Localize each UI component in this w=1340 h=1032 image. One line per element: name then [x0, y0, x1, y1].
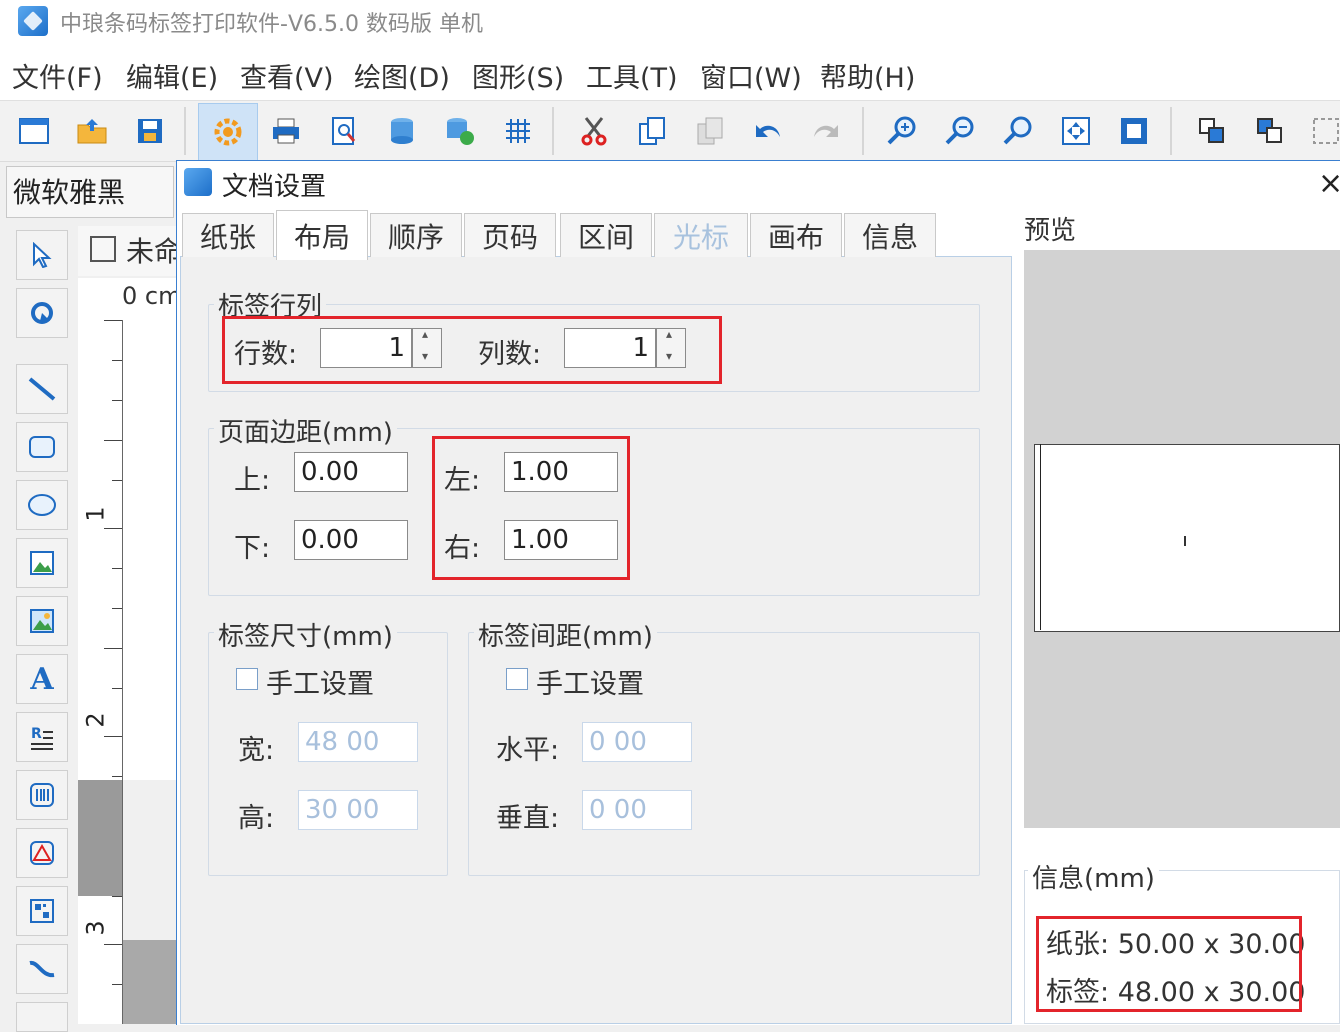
open-icon[interactable]	[70, 109, 114, 153]
ruler-mark: 1	[81, 506, 110, 522]
grid-icon[interactable]	[496, 109, 540, 153]
copy-icon[interactable]	[630, 109, 674, 153]
image-tool-icon[interactable]	[16, 538, 68, 588]
window-title: 中琅条码标签打印软件-V6.5.0 数码版 单机	[60, 12, 483, 37]
toolbar	[0, 100, 1340, 162]
picture-tool-icon[interactable]	[16, 596, 68, 646]
highlight-box	[222, 316, 722, 384]
zoom-in-icon[interactable]	[880, 109, 924, 153]
zoom-out-icon[interactable]	[938, 109, 982, 153]
dialog-app-icon	[184, 168, 212, 196]
tab-paper[interactable]: 纸张	[182, 213, 274, 257]
cut-icon[interactable]	[572, 109, 616, 153]
margin-top-input[interactable]: 0.00	[294, 452, 408, 492]
app-logo-icon	[18, 6, 48, 36]
redo-icon[interactable]	[804, 109, 848, 153]
document-tab-label: 未命	[126, 235, 183, 268]
ellipse-tool-icon[interactable]	[16, 480, 68, 530]
print-icon[interactable]	[264, 109, 308, 153]
label-height-label: 高:	[238, 803, 275, 834]
menu-help[interactable]: 帮助(H)	[820, 56, 915, 95]
paste-icon[interactable]	[688, 109, 732, 153]
menu-view[interactable]: 查看(V)	[240, 56, 334, 95]
dialog-title: 文档设置	[222, 172, 327, 202]
tab-canvas[interactable]: 画布	[750, 213, 842, 257]
qrcode-tool-icon[interactable]	[16, 886, 68, 936]
menu-tools[interactable]: 工具(T)	[586, 56, 678, 95]
preview-label-margin	[1040, 444, 1340, 630]
label-height-input: 30 00	[298, 790, 418, 830]
menu-file[interactable]: 文件(F)	[12, 56, 103, 95]
fit-window-icon[interactable]	[1054, 109, 1098, 153]
label-width-input: 48 00	[298, 722, 418, 762]
margin-bottom-label: 下:	[234, 533, 271, 564]
label-size-manual-checkbox[interactable]	[236, 668, 258, 690]
canvas-outside-area	[123, 940, 178, 1024]
send-back-icon[interactable]	[1248, 109, 1292, 153]
close-icon[interactable]: ×	[1318, 166, 1340, 201]
database-link-icon[interactable]	[438, 109, 482, 153]
design-canvas[interactable]	[123, 320, 178, 780]
zoom-actual-icon[interactable]	[996, 109, 1040, 153]
vertical-ruler	[78, 320, 123, 1024]
document-icon	[90, 236, 116, 262]
settings-icon[interactable]	[198, 103, 258, 161]
select-pointer-icon[interactable]	[16, 230, 68, 280]
print-preview-icon[interactable]	[322, 109, 366, 153]
gap-horizontal-label: 水平:	[496, 735, 560, 766]
gap-vertical-input: 0 00	[582, 790, 692, 830]
label-width-label: 宽:	[238, 735, 275, 766]
label-size-group-title: 标签尺寸(mm)	[214, 616, 397, 653]
label-gap-manual-label: 手工设置	[536, 669, 644, 700]
menu-draw[interactable]: 绘图(D)	[354, 56, 450, 95]
tab-cursor: 光标	[654, 213, 748, 257]
drawing-toolbox: A R	[14, 226, 72, 1032]
margin-top-label: 上:	[234, 465, 271, 496]
save-icon[interactable]	[128, 109, 172, 153]
line-tool-icon[interactable]	[16, 364, 68, 414]
curve-tool-icon[interactable]	[16, 944, 68, 994]
ruler-mark: 2	[81, 712, 110, 728]
margins-group-title: 页面边距(mm)	[214, 412, 397, 449]
rich-text-tool-icon[interactable]: R	[16, 712, 68, 762]
preview-title: 预览	[1024, 216, 1077, 246]
label-gap-group-title: 标签间距(mm)	[474, 616, 657, 653]
tab-layout[interactable]: 布局	[276, 210, 368, 260]
menu-bar: 文件(F) 编辑(E) 查看(V) 绘图(D) 图形(S) 工具(T) 窗口(W…	[0, 44, 1340, 100]
info-group-title: 信息(mm)	[1028, 858, 1159, 895]
rectangle-tool-icon[interactable]	[16, 422, 68, 472]
highlight-box	[1036, 916, 1302, 1012]
tab-order[interactable]: 顺序	[370, 213, 462, 257]
margin-bottom-input[interactable]: 0.00	[294, 520, 408, 560]
tab-range[interactable]: 区间	[560, 213, 652, 257]
highlight-box	[432, 436, 630, 580]
menu-window[interactable]: 窗口(W)	[700, 56, 802, 95]
menu-edit[interactable]: 编辑(E)	[126, 56, 218, 95]
ruler-mark: 3	[81, 920, 110, 936]
menu-shape[interactable]: 图形(S)	[472, 56, 564, 95]
tab-page-number[interactable]: 页码	[464, 213, 556, 257]
text-tool-icon[interactable]: A	[16, 654, 68, 704]
gap-horizontal-input: 0 00	[582, 722, 692, 762]
font-family-select[interactable]: 微软雅黑	[6, 166, 174, 218]
tab-info[interactable]: 信息	[844, 213, 936, 257]
ruler-shade	[78, 780, 122, 896]
new-icon[interactable]	[12, 109, 56, 153]
gap-vertical-label: 垂直:	[496, 803, 560, 834]
undo-icon[interactable]	[746, 109, 790, 153]
database-icon[interactable]	[380, 109, 424, 153]
label-gap-manual-checkbox[interactable]	[506, 668, 528, 690]
bring-front-icon[interactable]	[1190, 109, 1234, 153]
fit-page-icon[interactable]	[1112, 109, 1156, 153]
more-tool-icon[interactable]	[16, 1002, 68, 1032]
label-size-manual-label: 手工设置	[266, 669, 374, 700]
ruler-unit-label: 0 cm	[122, 282, 182, 310]
svg-text:R: R	[31, 726, 42, 742]
rotate-tool-icon[interactable]	[16, 288, 68, 338]
group-icon[interactable]	[1304, 109, 1340, 153]
preview-center-mark	[1184, 536, 1186, 546]
shape-tool-icon[interactable]	[16, 828, 68, 878]
barcode-tool-icon[interactable]	[16, 770, 68, 820]
